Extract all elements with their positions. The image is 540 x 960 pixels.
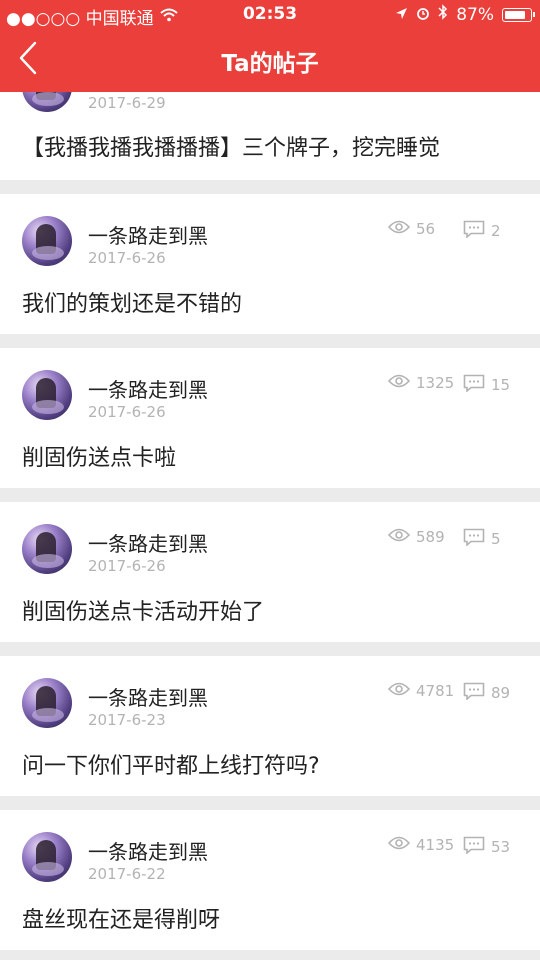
post-content: 盘丝现在还是得削呀 bbox=[22, 908, 221, 933]
post-card[interactable]: 一条路走到黑 2017-6-23 4781 89 问一下你们平时都上线打符吗? bbox=[0, 656, 540, 796]
post-username: 一条路走到黑 bbox=[88, 840, 208, 864]
comment-count-value: 2 bbox=[491, 222, 501, 240]
eye-icon bbox=[387, 374, 411, 392]
post-date: 2017-6-22 bbox=[88, 865, 166, 883]
post-date: 2017-6-26 bbox=[88, 403, 166, 421]
eye-icon bbox=[387, 836, 411, 854]
view-count: 56 bbox=[387, 220, 436, 238]
avatar bbox=[22, 678, 72, 728]
battery-percent: 87% bbox=[456, 4, 494, 25]
eye-icon bbox=[387, 682, 411, 700]
location-icon bbox=[395, 5, 408, 25]
comment-icon bbox=[463, 220, 485, 242]
status-bar: ●●○○○ 中国联通 02:53 87% bbox=[0, 0, 540, 30]
view-count: 4135 bbox=[387, 836, 455, 854]
avatar bbox=[22, 370, 72, 420]
nav-bar: Ta的帖子 bbox=[0, 30, 540, 92]
post-username: 一条路走到黑 bbox=[88, 224, 208, 248]
post-date: 2017-6-26 bbox=[88, 249, 166, 267]
post-content: 问一下你们平时都上线打符吗? bbox=[22, 754, 320, 779]
alarm-icon bbox=[416, 5, 430, 25]
view-count-value: 4135 bbox=[416, 836, 455, 854]
view-count-value: 4781 bbox=[416, 682, 455, 700]
view-count-value: 56 bbox=[416, 220, 436, 238]
post-content: 我们的策划还是不错的 bbox=[22, 292, 243, 317]
post-date: 2017-6-29 bbox=[88, 94, 166, 112]
view-count-value: 1325 bbox=[416, 374, 455, 392]
eye-icon bbox=[387, 528, 411, 546]
post-content: 削固伤送点卡活动开始了 bbox=[22, 600, 265, 625]
comment-count-value: 5 bbox=[491, 530, 501, 548]
post-card[interactable]: 一条路走到黑 2017-6-26 56 2 我们的策划还是不错的 bbox=[0, 194, 540, 334]
comment-count: 5 bbox=[463, 528, 501, 550]
comment-count-value: 89 bbox=[491, 684, 511, 702]
view-count: 589 bbox=[387, 528, 445, 546]
comment-icon bbox=[463, 528, 485, 550]
view-count: 1325 bbox=[387, 374, 455, 392]
view-count: 4781 bbox=[387, 682, 455, 700]
post-content: 【我播我播我播播播】三个牌子，挖完睡觉 bbox=[22, 136, 441, 161]
avatar bbox=[22, 92, 72, 112]
comment-icon bbox=[463, 682, 485, 704]
avatar bbox=[22, 524, 72, 574]
comment-count: 53 bbox=[463, 836, 510, 858]
comment-count: 89 bbox=[463, 682, 510, 704]
post-username: 一条路走到黑 bbox=[88, 686, 208, 710]
avatar bbox=[22, 216, 72, 266]
app-header: ●●○○○ 中国联通 02:53 87% Ta的帖子 bbox=[0, 0, 540, 92]
post-date: 2017-6-23 bbox=[88, 711, 166, 729]
post-card[interactable]: 2017-6-29 【我播我播我播播播】三个牌子，挖完睡觉 bbox=[0, 92, 540, 180]
comment-count: 15 bbox=[463, 374, 510, 396]
comment-count: 2 bbox=[463, 220, 501, 242]
post-username: 一条路走到黑 bbox=[88, 532, 208, 556]
battery-icon bbox=[502, 7, 535, 22]
page-title: Ta的帖子 bbox=[221, 51, 319, 77]
eye-icon bbox=[387, 220, 411, 238]
post-card[interactable]: 一条路走到黑 2017-6-22 4135 53 盘丝现在还是得削呀 bbox=[0, 810, 540, 950]
post-username: 一条路走到黑 bbox=[88, 378, 208, 402]
comment-count-value: 15 bbox=[491, 376, 511, 394]
post-card[interactable]: 一条路走到黑 2017-6-26 1325 15 削固伤送点卡啦 bbox=[0, 348, 540, 488]
bluetooth-icon bbox=[438, 4, 448, 25]
avatar bbox=[22, 832, 72, 882]
view-count-value: 589 bbox=[416, 528, 445, 546]
comment-icon bbox=[463, 374, 485, 396]
comment-icon bbox=[463, 836, 485, 858]
post-content: 削固伤送点卡啦 bbox=[22, 446, 177, 471]
post-card[interactable]: 一条路走到黑 2017-6-26 589 5 削固伤送点卡活动开始了 bbox=[0, 502, 540, 642]
comment-count-value: 53 bbox=[491, 838, 511, 856]
post-date: 2017-6-26 bbox=[88, 557, 166, 575]
